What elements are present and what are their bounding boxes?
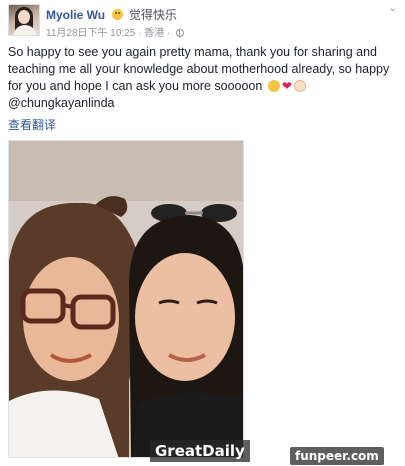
smile-icon (112, 9, 124, 20)
watermark-greatdaily: GreatDaily (150, 440, 250, 462)
post-photo[interactable] (8, 140, 244, 458)
globe-icon[interactable] (176, 29, 185, 37)
post-message: So happy to see you again pretty mama, t… (8, 45, 390, 93)
post-location[interactable]: 香港 (144, 28, 164, 39)
heart-emoji-icon: ❤ (281, 79, 292, 93)
meta-separator-2: · (167, 28, 171, 39)
watermark-funpeer: funpeer.com (290, 447, 384, 465)
chevron-down-icon[interactable]: ⌄ (389, 4, 397, 14)
meta-separator: · (138, 28, 142, 39)
avatar[interactable] (8, 4, 40, 36)
see-translation-link[interactable]: 查看翻译 (8, 116, 56, 133)
mention-link[interactable]: @chungkayanlinda (8, 96, 115, 110)
selfie-illustration (9, 141, 243, 457)
post-body: So happy to see you again pretty mama, t… (8, 44, 400, 112)
post-timestamp[interactable]: 11月28日下午 10:25 (46, 28, 135, 39)
grin-emoji-icon (267, 80, 280, 92)
baby-emoji-icon (293, 80, 306, 92)
post-meta: 11月28日下午 10:25 · 香港 · (46, 24, 185, 39)
post-header: Myolie Wu 觉得快乐 (46, 6, 177, 23)
author-name[interactable]: Myolie Wu (46, 8, 105, 22)
feeling-label[interactable]: 觉得快乐 (129, 8, 177, 22)
facebook-post: Myolie Wu 觉得快乐 11月28日下午 10:25 · 香港 · ⌄ S… (0, 0, 405, 466)
